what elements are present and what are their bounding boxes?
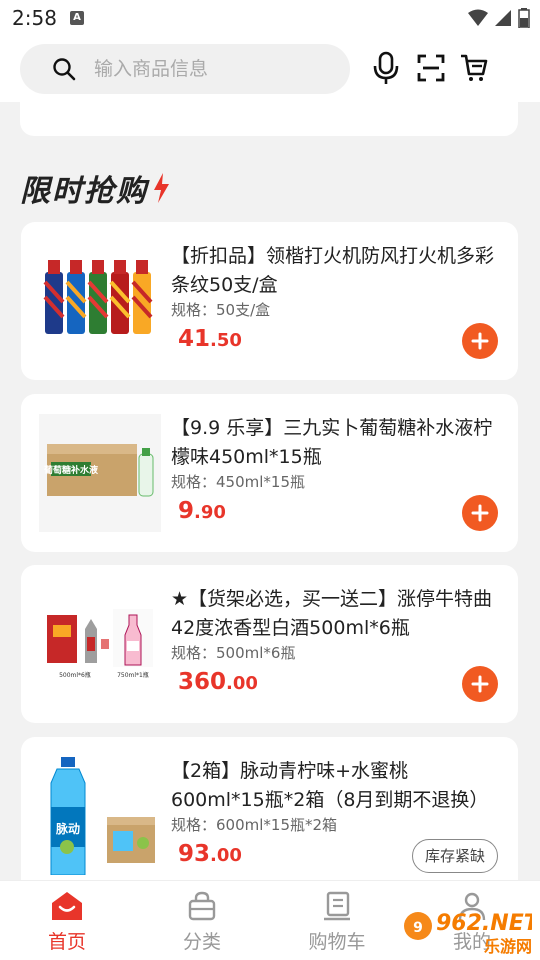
product-spec: 规格：500ml*6瓶: [171, 644, 296, 662]
product-price: 41.50: [178, 326, 242, 352]
battery-icon: [518, 8, 530, 28]
product-price: 93.00: [178, 841, 242, 867]
image-caption-1: 500ml*6瓶: [59, 671, 91, 679]
tab-cart[interactable]: 购物车: [287, 891, 387, 954]
add-to-cart-button[interactable]: [462, 495, 498, 531]
product-title: 【折扣品】领楷打火机防风打火机多彩条纹50支/盒: [171, 245, 495, 296]
notification-icon: A: [70, 11, 84, 25]
site-watermark-logo: 9 962.NET 乐游网: [404, 911, 532, 956]
product-spec: 规格：450ml*15瓶: [171, 473, 305, 491]
section-title-text: 限时抢购: [20, 174, 148, 209]
previous-card-bottom: [20, 102, 518, 136]
category-bag-icon: [188, 891, 216, 921]
price-integer: 41: [178, 326, 211, 352]
tab-category-label: 分类: [182, 931, 221, 953]
status-icons: [468, 8, 530, 28]
drink-box-product-image: 葡萄糖补水液: [39, 414, 161, 532]
svg-text:9: 9: [413, 920, 423, 936]
flash-sale-title: 限时抢购: [20, 166, 170, 210]
product-card[interactable]: 脉动 【2箱】脉动青柠味+水蜜桃600ml*15瓶*2箱（8月到期不退换） 规格…: [21, 737, 518, 880]
price-decimal: .50: [210, 330, 242, 351]
watermark-sub: 乐游网: [484, 937, 532, 956]
product-spec: 规格：600ml*15瓶*2箱: [171, 816, 338, 834]
product-title: 【9.9 乐享】三九实卜葡萄糖补水液柠檬味450ml*15瓶: [171, 417, 493, 468]
add-to-cart-button[interactable]: [462, 666, 498, 702]
product-price: 9.90: [178, 498, 226, 524]
watermark-brand: 962.NET: [436, 911, 532, 936]
product-title: ★【货架必选，买一送二】涨停牛特曲42度浓香型白酒500ml*6瓶: [171, 588, 493, 639]
product-title: 【2箱】脉动青柠味+水蜜桃600ml*15瓶*2箱（8月到期不退换）: [171, 760, 489, 811]
plus-icon: [471, 504, 489, 522]
lighter-product-image: [43, 260, 153, 334]
stock-shortage-badge: 库存紧缺: [412, 839, 498, 873]
signal-icon: [495, 10, 511, 26]
cart-tab-icon: [324, 891, 350, 921]
bottle-label: 脉动: [55, 821, 80, 836]
search-icon: [53, 58, 76, 81]
cart-button[interactable]: [458, 50, 490, 86]
mic-button[interactable]: [370, 50, 402, 86]
tab-home-label: 首页: [47, 931, 86, 953]
wifi-icon: [468, 9, 488, 26]
tab-category[interactable]: 分类: [152, 891, 252, 954]
status-time: 2:58: [12, 6, 57, 30]
product-spec: 规格：50支/盒: [171, 301, 271, 319]
price-integer: 360: [178, 669, 227, 695]
box-label: 葡萄糖补水液: [43, 464, 99, 476]
search-header: [0, 36, 540, 102]
tab-cart-label: 购物车: [308, 931, 366, 953]
flash-icon: [154, 173, 169, 203]
price-integer: 9: [178, 498, 195, 524]
price-decimal: .00: [210, 845, 242, 866]
liquor-product-image: 500ml*6瓶 750ml*1瓶: [47, 609, 153, 679]
tab-home[interactable]: 首页: [17, 891, 117, 954]
plus-icon: [471, 675, 489, 693]
home-icon: [52, 892, 82, 920]
scan-icon: [417, 54, 445, 82]
cart-icon: [461, 54, 488, 81]
product-card[interactable]: 【折扣品】领楷打火机防风打火机多彩条纹50支/盒 规格：50支/盒 41.50: [21, 222, 518, 380]
mic-icon: [373, 51, 399, 84]
content-area[interactable]: 限时抢购 【折扣品】领楷打火机防风打火机多彩条纹50支/盒 规格：50支/盒 4…: [0, 102, 540, 880]
search-input[interactable]: [94, 58, 314, 80]
price-decimal: .90: [194, 502, 226, 523]
add-to-cart-button[interactable]: [462, 323, 498, 359]
product-price: 360.00: [178, 669, 258, 695]
image-caption-2: 750ml*1瓶: [117, 671, 149, 679]
search-box[interactable]: [20, 44, 350, 94]
sports-drink-product-image: 脉动: [50, 757, 155, 875]
price-integer: 93: [178, 841, 211, 867]
price-decimal: .00: [226, 673, 258, 694]
plus-icon: [471, 332, 489, 350]
scan-button[interactable]: [415, 50, 447, 86]
status-bar: 2:58 A: [0, 0, 540, 36]
product-card[interactable]: 葡萄糖补水液 【9.9 乐享】三九实卜葡萄糖补水液柠檬味450ml*15瓶 规格…: [21, 394, 518, 552]
product-card[interactable]: 500ml*6瓶 750ml*1瓶 ★【货架必选，买一送二】涨停牛特曲42度浓香…: [21, 565, 518, 723]
